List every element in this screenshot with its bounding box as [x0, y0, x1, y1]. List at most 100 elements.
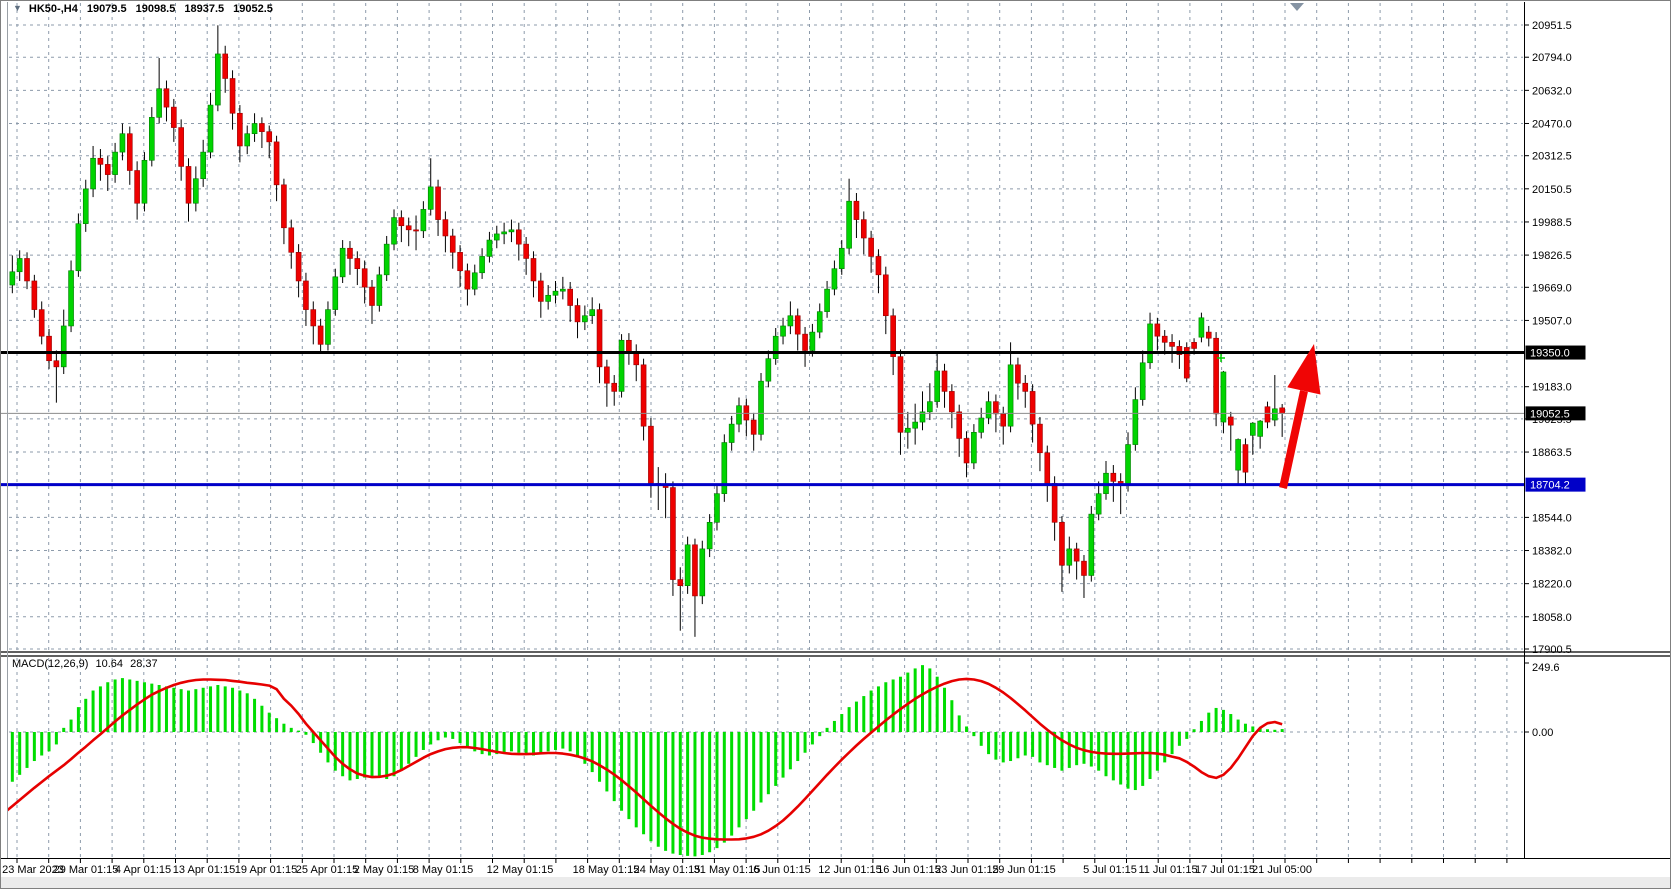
candle-body [1214, 338, 1219, 414]
candle-body [487, 240, 492, 256]
candle-body [568, 289, 573, 305]
price-tick-label: 18220.0 [1532, 579, 1572, 591]
time-tick-label: 18 May 01:15 [573, 864, 640, 876]
candle-body [223, 54, 228, 79]
candle-body [935, 371, 940, 402]
candle-body [795, 316, 800, 334]
candle-body [281, 185, 286, 228]
candle-body [670, 488, 675, 580]
candle-body [759, 381, 764, 434]
candle-body [296, 252, 301, 281]
candle-body [575, 306, 580, 322]
candle-body [135, 171, 140, 204]
time-tick-label: 6 Jun 01:15 [753, 864, 811, 876]
candle-body [347, 248, 352, 258]
candle-body [971, 432, 976, 463]
candle-body [553, 291, 558, 295]
candle-body [891, 316, 896, 357]
candle-body [25, 258, 30, 280]
candle-body [957, 412, 962, 439]
price-tick-label: 19507.0 [1532, 315, 1572, 327]
candle-body [252, 123, 257, 133]
time-tick-label: 8 May 01:15 [413, 864, 474, 876]
candle-body [193, 179, 198, 204]
candle-body [832, 269, 837, 289]
candle-body [450, 236, 455, 252]
support-line-badge-label: 18704.2 [1530, 480, 1570, 492]
macd-indicator-label: MACD(12,26,9) 10.64 28.37 [12, 658, 162, 670]
time-tick-label: 29 Mar 01:15 [54, 864, 119, 876]
candle-body [604, 367, 609, 383]
candle-body [1155, 324, 1160, 336]
candle-body [766, 359, 771, 381]
candle-body [964, 438, 969, 463]
time-tick-label: 17 Jul 01:15 [1195, 864, 1255, 876]
bid-line-badge-label: 19052.5 [1530, 408, 1570, 420]
candle-body [942, 371, 947, 391]
candle-body [1089, 514, 1094, 575]
candle-body [414, 230, 419, 231]
price-tick-label: 19669.0 [1532, 282, 1572, 294]
candle-body [927, 402, 932, 412]
candle-body [69, 271, 74, 326]
candle-body [1280, 408, 1285, 414]
candle-body [1001, 414, 1006, 426]
price-tick-label: 17900.5 [1532, 644, 1572, 656]
candle-body [634, 353, 639, 365]
candle-body [854, 201, 859, 219]
price-tick-label: 18058.0 [1532, 612, 1572, 624]
candle-body [1052, 483, 1057, 522]
candle-body [1015, 365, 1020, 383]
candle-body [1192, 342, 1197, 348]
candle-body [714, 494, 719, 523]
candle-body [1265, 407, 1270, 422]
price-tick-label: 20150.5 [1532, 184, 1572, 196]
candle-body [1236, 439, 1241, 470]
price-tick-label: 18382.0 [1532, 546, 1572, 558]
price-tick-label: 19826.5 [1532, 250, 1572, 262]
candle-body [237, 113, 242, 146]
candle-body [32, 281, 37, 310]
candle-body [619, 340, 624, 391]
low-value: 18937.5 [184, 3, 224, 15]
candle-body [340, 248, 345, 277]
chart-title: ▼ HK50-,H4 19079.5 19098.5 18937.5 19052… [13, 2, 273, 15]
candle-body [259, 123, 264, 131]
candle-body [582, 316, 587, 322]
bottom-strip [1, 877, 1670, 888]
candle-body [370, 287, 375, 305]
time-tick-label: 25 Apr 01:15 [296, 864, 358, 876]
candle-body [98, 158, 103, 164]
candle-body [1272, 409, 1277, 420]
chart-window: 20951.520794.020632.020470.020312.520150… [0, 0, 1671, 889]
candle-body [502, 232, 507, 234]
candle-body [1111, 473, 1116, 481]
candle-body [333, 277, 338, 310]
time-tick-label: 13 Apr 01:15 [173, 864, 235, 876]
candle-body [436, 187, 441, 220]
symbol-period-label: HK50-,H4 [29, 3, 78, 15]
price-tick-label: 20632.0 [1532, 85, 1572, 97]
candle-body [83, 189, 88, 224]
time-tick-label: 23 Jun 01:15 [935, 864, 999, 876]
price-tick-label: 20312.5 [1532, 151, 1572, 163]
candle-body [560, 289, 565, 291]
candle-body [700, 549, 705, 596]
candlestick-chart[interactable]: 20951.520794.020632.020470.020312.520150… [0, 0, 1671, 889]
candle-body [1059, 522, 1064, 565]
candle-body [1037, 424, 1042, 453]
candle-body [127, 134, 132, 171]
candle-body [1126, 445, 1131, 486]
candle-body [201, 152, 206, 179]
candle-body [913, 422, 918, 428]
candle-body [47, 336, 52, 361]
candle-body [1008, 365, 1013, 426]
candle-body [531, 258, 536, 280]
candle-body [1221, 372, 1226, 422]
candle-body [472, 273, 477, 289]
candle-body [1199, 318, 1204, 337]
time-tick-label: 4 Apr 01:15 [115, 864, 171, 876]
price-tick-label: 20794.0 [1532, 52, 1572, 64]
one-click-dropdown-icon[interactable]: ▼ [13, 4, 22, 13]
candle-body [10, 272, 15, 285]
